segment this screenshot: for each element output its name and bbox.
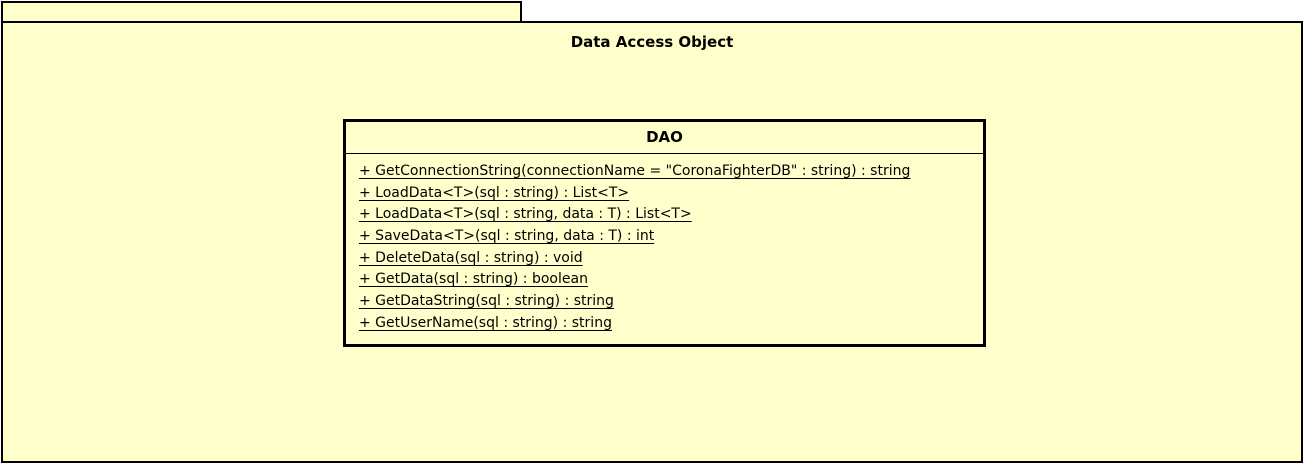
operation-load-data: + LoadData<T>(sql : string) : List<T> [359,184,630,201]
operation-save-data: + SaveData<T>(sql : string, data : T) : … [359,228,655,245]
package-title: Data Access Object [570,33,734,51]
package-tab [1,1,522,21]
operation-get-user-name: + GetUserName(sql : string) : string [359,314,612,331]
operations-compartment: + GetConnectionString(connectionName = "… [346,154,983,335]
class-name: DAO [346,122,983,154]
operation-load-data-with-param: + LoadData<T>(sql : string, data : T) : … [359,206,692,223]
operation-get-connection-string: + GetConnectionString(connectionName = "… [359,163,911,179]
class-dao: DAO + GetConnectionString(connectionName… [343,119,986,347]
operation-delete-data: + DeleteData(sql : string) : void [359,249,583,266]
operation-get-data-string: + GetDataString(sql : string) : string [359,293,614,310]
operation-get-data: + GetData(sql : string) : boolean [359,271,588,288]
